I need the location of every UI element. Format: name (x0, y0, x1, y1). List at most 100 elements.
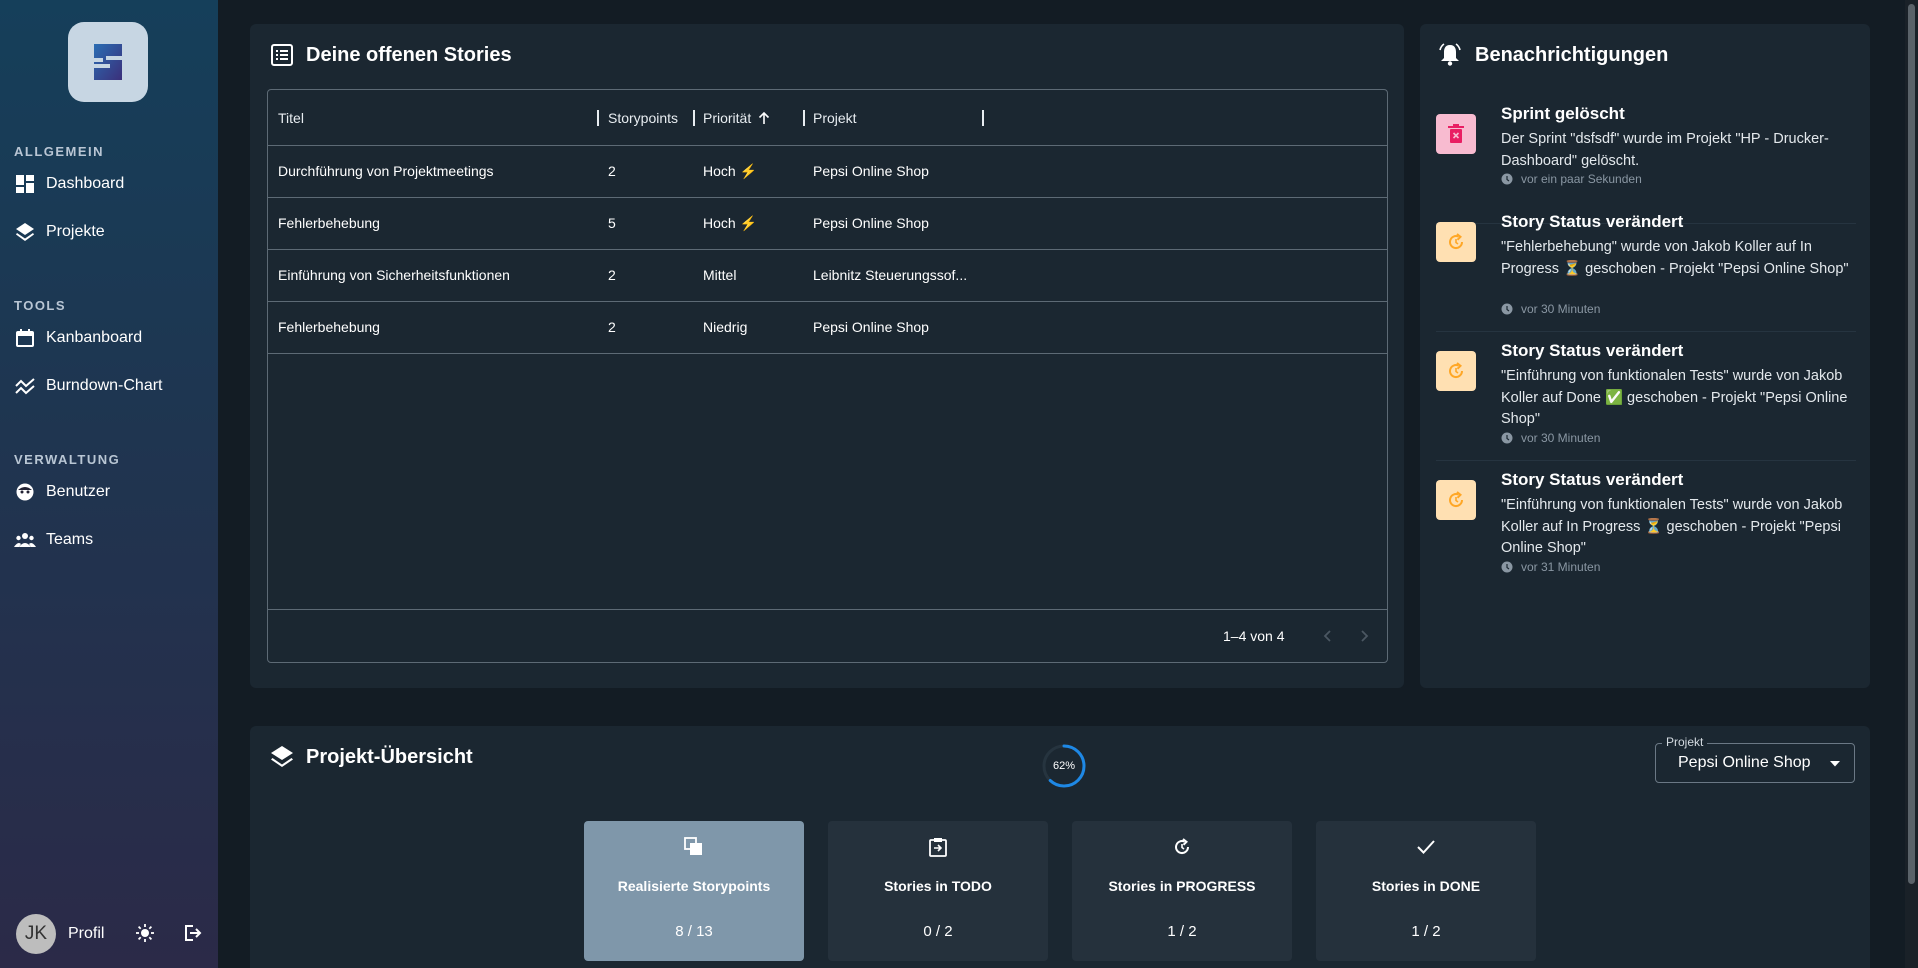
cell-priority: Hoch ⚡ (703, 163, 758, 179)
sort-ascending-icon[interactable] (757, 111, 771, 125)
column-header-storypoints[interactable]: Storypoints (608, 110, 678, 126)
notification-item[interactable]: Sprint gelöscht Der Sprint "dsfsdf" wurd… (1436, 100, 1856, 224)
stat-label: Stories in DONE (1371, 878, 1481, 894)
column-header-titel[interactable]: Titel (278, 110, 304, 126)
nav-item-kanbanboard[interactable]: Kanbanboard (0, 318, 218, 358)
pagination-label: 1–4 von 4 (1223, 628, 1285, 644)
cell-title: Fehlerbehebung (278, 215, 380, 231)
cell-points: 2 (608, 319, 616, 335)
stat-card-stories-todo[interactable]: Stories in TODO 0 / 2 (828, 821, 1048, 961)
stat-value: 1 / 2 (1411, 923, 1441, 940)
chevron-right-icon[interactable] (1356, 628, 1372, 644)
logout-icon[interactable] (180, 921, 204, 945)
nav-label: Benutzer (46, 483, 111, 500)
cell-title: Fehlerbehebung (278, 319, 380, 335)
section-label-verwaltung: VERWALTUNG (14, 452, 121, 467)
clock-icon (1501, 303, 1513, 315)
stat-card-stories-progress[interactable]: Stories in PROGRESS 1 / 2 (1072, 821, 1292, 961)
table-row[interactable]: Fehlerbehebung 2 Niedrig Pepsi Online Sh… (268, 302, 1387, 354)
table-header: Titel Storypoints Priorität Projekt (268, 90, 1387, 146)
refresh-icon (1436, 351, 1476, 391)
chevron-left-icon[interactable] (1320, 628, 1336, 644)
layers-icon (271, 746, 293, 767)
nav-item-dashboard[interactable]: Dashboard (0, 164, 218, 204)
stories-title: Deine offenen Stories (306, 43, 512, 66)
cell-priority: Mittel (703, 267, 737, 283)
refresh-icon (1172, 837, 1192, 857)
project-select-value: Pepsi Online Shop (1678, 754, 1811, 771)
table-row[interactable]: Fehlerbehebung 5 Hoch ⚡ Pepsi Online Sho… (268, 198, 1387, 250)
column-header-projekt[interactable]: Projekt (813, 110, 857, 126)
clock-icon (1501, 561, 1513, 573)
nav-item-teams[interactable]: Teams (0, 520, 218, 560)
project-select[interactable]: Pepsi Online Shop (1655, 743, 1855, 783)
stat-value: 8 / 13 (675, 923, 713, 940)
logo-mark-icon (89, 44, 122, 80)
stories-header: Deine offenen Stories (270, 43, 512, 67)
nav-label: Kanbanboard (46, 329, 143, 346)
column-resize-handle[interactable] (693, 110, 695, 126)
overview-title: Projekt-Übersicht (306, 745, 473, 768)
notification-title: Sprint gelöscht (1501, 104, 1625, 123)
column-header-prioritaet[interactable]: Priorität (703, 110, 771, 126)
app-logo[interactable] (68, 22, 148, 102)
notification-item[interactable]: Story Status verändert "Fehlerbehebung" … (1436, 208, 1856, 332)
layers-icon (14, 221, 36, 243)
cell-project: Pepsi Online Shop (813, 163, 929, 179)
progress-label: 62% (1052, 760, 1076, 772)
calendar-icon (14, 327, 36, 349)
column-resize-handle[interactable] (982, 110, 984, 126)
section-label-allgemein: ALLGEMEIN (14, 144, 105, 159)
notification-time: vor 30 Minuten (1501, 431, 1600, 445)
notifications-title: Benachrichtigungen (1475, 43, 1669, 66)
notification-title: Story Status verändert (1501, 470, 1684, 489)
cell-project: Leibnitz Steuerungssof... (813, 267, 968, 283)
notification-time-label: vor 30 Minuten (1521, 302, 1601, 316)
refresh-icon (1436, 480, 1476, 520)
notifications-header: Benachrichtigungen (1437, 43, 1668, 67)
stat-card-stories-done[interactable]: Stories in DONE 1 / 2 (1316, 821, 1536, 961)
project-select-label: Projekt (1662, 735, 1708, 749)
section-label-tools: TOOLS (14, 298, 67, 313)
notification-title: Story Status verändert (1501, 212, 1684, 231)
stat-card-realisierte-storypoints[interactable]: Realisierte Storypoints 8 / 13 (584, 821, 804, 961)
table-row[interactable]: Einführung von Sicherheitsfunktionen 2 M… (268, 250, 1387, 302)
clock-icon (1501, 432, 1513, 444)
avatar: JK (16, 914, 56, 954)
nav-item-projekte[interactable]: Projekte (0, 212, 218, 252)
nav-label: Dashboard (46, 175, 125, 192)
theme-toggle-icon[interactable] (133, 921, 157, 945)
profile-button[interactable]: JK Profil (16, 914, 104, 954)
column-header-label: Priorität (703, 110, 752, 126)
face-icon (14, 481, 36, 503)
stat-label: Stories in PROGRESS (1108, 878, 1256, 894)
table-row[interactable]: Durchführung von Projektmeetings 2 Hoch … (268, 146, 1387, 198)
notification-time: vor 31 Minuten (1501, 560, 1600, 574)
chart-line-icon (14, 375, 36, 397)
column-resize-handle[interactable] (597, 110, 599, 126)
nav-label: Teams (46, 531, 94, 548)
cell-project: Pepsi Online Shop (813, 215, 929, 231)
trash-icon (1436, 114, 1476, 154)
notification-item[interactable]: Story Status verändert "Einführung von f… (1436, 337, 1856, 461)
notification-title: Story Status verändert (1501, 341, 1684, 360)
stat-label: Realisierte Storypoints (617, 878, 771, 894)
copy-icon (684, 837, 704, 857)
notification-item[interactable]: Story Status verändert "Einführung von f… (1436, 466, 1856, 590)
cell-points: 2 (608, 267, 616, 283)
bell-icon (1439, 43, 1461, 66)
clipboard-icon (928, 837, 948, 857)
notification-time: vor 30 Minuten (1501, 302, 1600, 316)
overview-header: Projekt-Übersicht (270, 745, 473, 769)
column-resize-handle[interactable] (803, 110, 805, 126)
nav-item-benutzer[interactable]: Benutzer (0, 472, 218, 512)
nav-item-burndown-chart[interactable]: Burndown-Chart (0, 366, 218, 406)
cell-priority: Hoch ⚡ (703, 215, 758, 231)
nav-label: Burndown-Chart (46, 377, 163, 394)
cell-project: Pepsi Online Shop (813, 319, 929, 335)
page-scrollbar[interactable] (1905, 0, 1918, 968)
group-icon (14, 529, 36, 551)
cell-points: 2 (608, 163, 616, 179)
scrollbar-thumb[interactable] (1908, 4, 1915, 884)
sidebar: ALLGEMEIN Dashboard Projekte TOOLS Kanba… (0, 0, 218, 968)
